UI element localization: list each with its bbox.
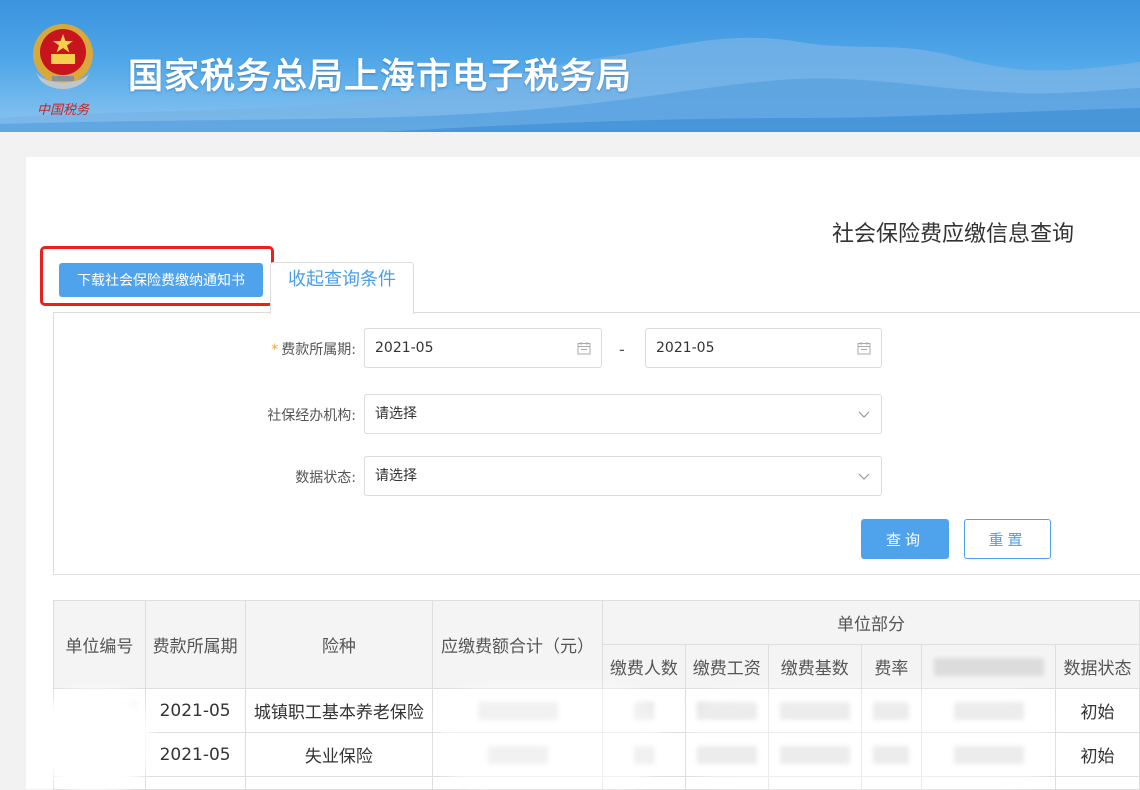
status-select[interactable]: 请选择	[364, 456, 882, 496]
period-label: * 费款所属期:	[271, 342, 356, 358]
site-header: 中国税务 国家税务总局上海市电子税务局	[0, 0, 1140, 132]
status-label: 数据状态:	[295, 470, 356, 486]
partial-cell	[244, 776, 434, 790]
status-select-value: 请选择	[375, 468, 417, 484]
header-base: 缴费基数	[767, 644, 862, 689]
tax-emblem-logo: 中国税务	[33, 24, 93, 118]
partial-cell	[144, 776, 246, 790]
site-title: 国家税务总局上海市电子税务局	[128, 57, 633, 97]
header-unit-no: 单位编号	[53, 600, 146, 689]
period-start-field[interactable]: 2021-05	[364, 328, 602, 368]
status-cell: 初始	[1055, 732, 1140, 777]
download-notice-button[interactable]: 下载社会保险费缴纳通知书	[59, 263, 263, 297]
partial-cell	[1055, 776, 1140, 790]
period-cell: 2021-05	[144, 732, 246, 777]
agency-select-value: 请选择	[375, 406, 417, 422]
redaction-smear	[690, 690, 1050, 789]
period-end-value: 2021-05	[656, 340, 715, 356]
insurance-type-cell: 失业保险	[244, 732, 434, 777]
header-payers: 缴费人数	[601, 644, 686, 689]
header-total-due: 应缴费额合计（元）	[432, 600, 603, 689]
page-title: 社会保险费应缴信息查询	[832, 222, 1075, 247]
header-wages: 缴费工资	[684, 644, 769, 689]
header-status: 数据状态	[1055, 644, 1140, 689]
agency-label: 社保经办机构:	[267, 408, 356, 424]
period-start-value: 2021-05	[375, 340, 434, 356]
required-mark: *	[271, 342, 279, 358]
redaction-smear	[440, 688, 660, 789]
period-end-field[interactable]: 2021-05	[645, 328, 882, 368]
header-unit-part: 单位部分	[601, 600, 1140, 645]
redaction-smear	[40, 690, 150, 789]
header-insurance-type: 险种	[244, 600, 434, 689]
chevron-down-icon	[858, 411, 870, 418]
svg-text:中国税务: 中国税务	[37, 103, 90, 118]
header-rate: 费率	[860, 644, 922, 689]
reset-button[interactable]: 重置	[964, 519, 1051, 559]
header-redacted	[920, 644, 1057, 689]
agency-select[interactable]: 请选择	[364, 394, 882, 434]
calendar-icon[interactable]	[577, 341, 591, 355]
header-period: 费款所属期	[144, 600, 246, 689]
tab-collapse-query-conditions[interactable]: 收起查询条件	[270, 262, 414, 314]
insurance-type-cell: 城镇职工基本养老保险	[244, 688, 434, 733]
date-range-separator: -	[619, 340, 625, 359]
calendar-icon[interactable]	[857, 341, 871, 355]
period-cell: 2021-05	[144, 688, 246, 733]
query-button[interactable]: 查询	[861, 519, 949, 559]
chevron-down-icon	[858, 473, 870, 480]
status-cell: 初始	[1055, 688, 1140, 733]
